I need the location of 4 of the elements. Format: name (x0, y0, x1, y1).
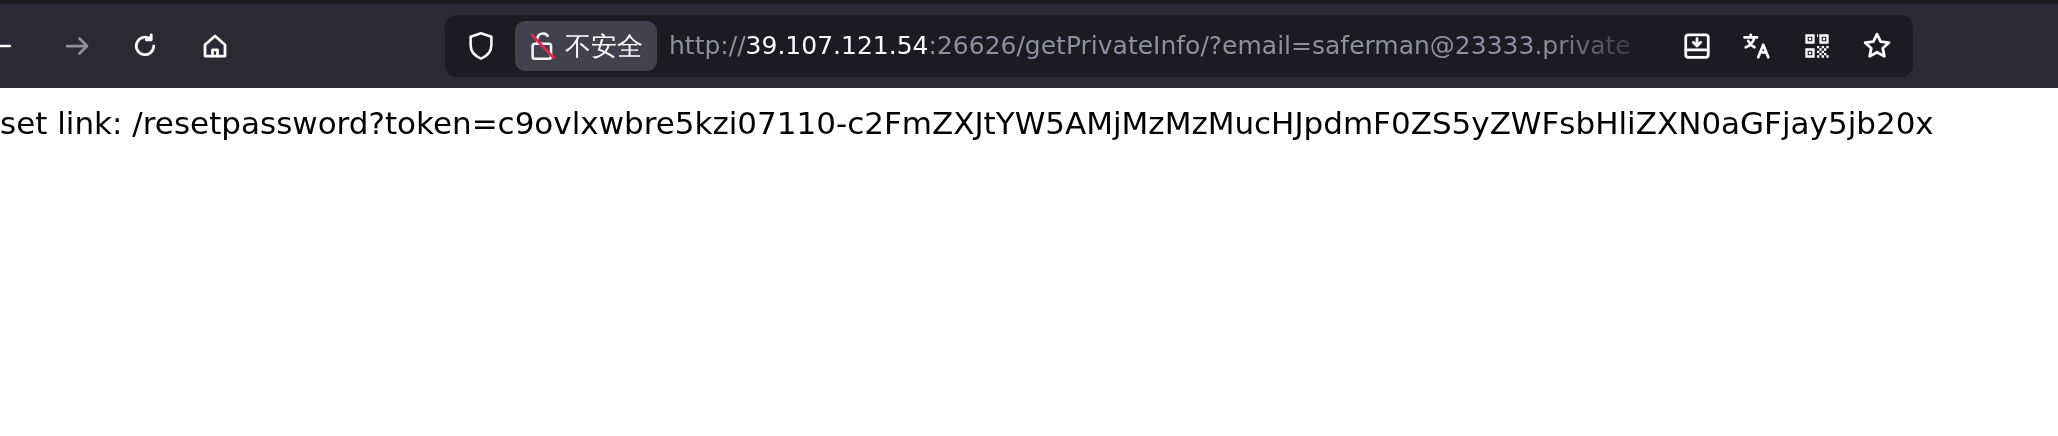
unlocked-padlock-icon (529, 31, 557, 61)
security-label: 不安全 (565, 29, 643, 63)
page-text: set link: /resetpassword?token=c9ovlxwbre5kzi07110-c2FmZXJtYW5AMjMzMzMucHJpdmF0ZS5yZWFsbHliZXN0aGFjay5jb20x (0, 104, 1935, 143)
security-indicator[interactable]: 不安全 (515, 21, 657, 71)
